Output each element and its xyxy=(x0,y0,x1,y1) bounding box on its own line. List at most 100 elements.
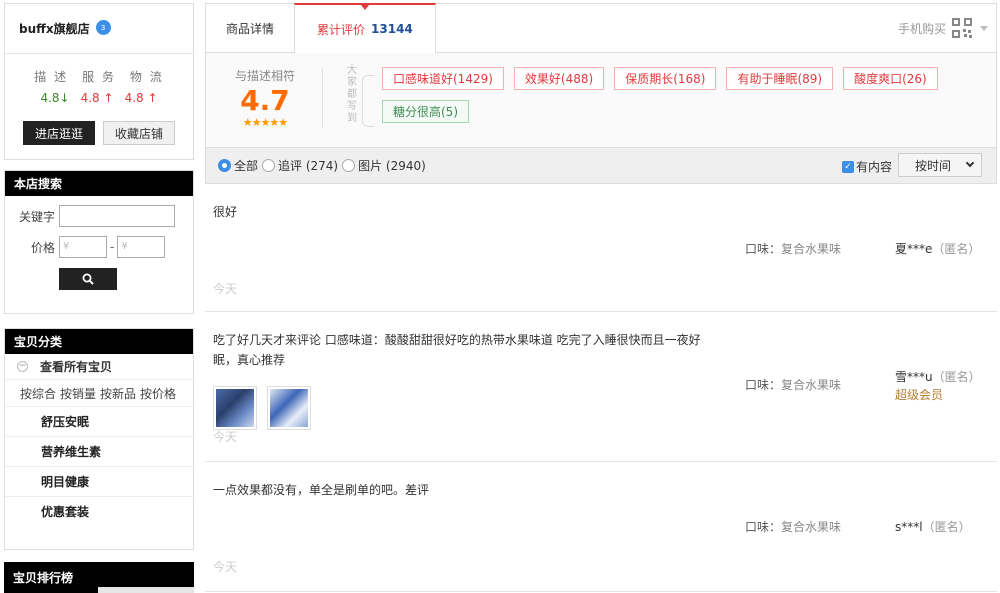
active-tab-caret-icon xyxy=(360,5,369,10)
price-max-input[interactable]: ¥ xyxy=(117,236,166,258)
view-all-items-link[interactable]: − 查看所有宝贝 xyxy=(5,354,193,380)
divider xyxy=(322,67,323,129)
review-date: 今天 xyxy=(213,560,238,574)
price-min-input[interactable]: ¥ xyxy=(59,236,107,258)
rating-value-service: 4.8 ↑ xyxy=(80,91,114,105)
enter-shop-button[interactable]: 进店逛逛 xyxy=(23,121,95,145)
review-item: 很好 口味：复合水果味 夏***e（匿名） 今天 xyxy=(205,184,997,312)
category-item[interactable]: 明目健康 xyxy=(5,466,193,496)
rating-labels: 描 述 服 务 物 流 xyxy=(5,68,193,85)
review-summary: 与描述相符 4.7 ★★★★★ 大 家 都 写 到 口感味道好(1429) 效果… xyxy=(205,53,997,148)
rating-values: 4.8↓ 4.8 ↑ 4.8 ↑ xyxy=(5,91,193,105)
rating-label-logistics: 物 流 xyxy=(129,70,164,84)
chevron-down-icon xyxy=(965,158,975,168)
rating-value-description: 4.8↓ xyxy=(40,91,70,105)
price-label: 价格 xyxy=(30,240,55,255)
review-filter-bar: 全部 追评 (274) 图片 (2940) ✓ 有内容 按时间 xyxy=(205,148,997,184)
favorite-shop-button[interactable]: 收藏店铺 xyxy=(103,121,175,145)
tab-reviews-label: 累计评价 xyxy=(317,22,366,37)
keyword-row: 关键字 xyxy=(5,205,193,227)
review-tag[interactable]: 口感味道好(1429) xyxy=(382,67,504,90)
rating-label-service: 服 务 xyxy=(82,70,116,84)
qr-code-icon xyxy=(952,18,972,38)
sort-link-new[interactable]: 按新品 xyxy=(100,385,136,402)
price-dash: - xyxy=(110,240,115,254)
arrow-up-icon: ↑ xyxy=(103,91,114,105)
collapse-minus-icon[interactable]: − xyxy=(17,361,28,372)
review-photo-thumbnail[interactable] xyxy=(213,386,257,430)
score-label: 与描述相符 xyxy=(234,69,295,83)
review-tag[interactable]: 酸度爽口(26) xyxy=(843,67,938,90)
tab-product-detail[interactable]: 商品详情 xyxy=(206,4,294,52)
review-tag[interactable]: 保质期长(168) xyxy=(614,67,717,90)
filter-all-radio[interactable]: 全部 xyxy=(218,157,258,174)
rating-label-description: 描 述 xyxy=(34,70,69,84)
review-date: 今天 xyxy=(213,282,238,296)
ranking-tab-strip[interactable] xyxy=(98,587,194,593)
review-date: 今天 xyxy=(213,430,238,444)
review-text: 一点效果都没有，单全是刷单的吧。差评 xyxy=(213,483,430,497)
filter-pictures-label: 图片 (2940) xyxy=(358,159,426,173)
search-button[interactable] xyxy=(59,268,117,290)
shop-name[interactable]: buffx旗舰店 xyxy=(19,20,90,37)
sort-link-price[interactable]: 按价格 xyxy=(140,385,176,402)
category-item[interactable]: 舒压安眠 xyxy=(5,406,193,436)
keyword-label: 关键字 xyxy=(18,209,55,224)
price-row: 价格 ¥ - ¥ xyxy=(5,236,193,258)
sort-link-overall[interactable]: 按综合 xyxy=(20,385,56,402)
review-tag[interactable]: 效果好(488) xyxy=(513,67,605,90)
mobile-buy-label: 手机购买 xyxy=(897,21,946,36)
shop-header: buffx旗舰店 3 xyxy=(5,4,193,54)
shop-level-badge-icon: 3 xyxy=(95,20,111,35)
keyword-input[interactable] xyxy=(59,205,175,227)
score-value: 4.7 xyxy=(240,84,290,117)
review-photo-thumbnail[interactable] xyxy=(267,386,311,430)
category-item[interactable]: 优惠套装 xyxy=(5,496,193,526)
shop-search-title: 本店搜索 xyxy=(5,171,193,196)
review-main: 商品详情 累计评价 13144 手机购买 与描述相符 4.7 ★★★★★ 大 家… xyxy=(205,3,997,592)
review-count: 13144 xyxy=(371,22,413,36)
dropdown-triangle-icon xyxy=(980,25,988,31)
has-content-checkbox[interactable]: ✓ 有内容 xyxy=(841,158,892,175)
radio-icon xyxy=(342,159,356,172)
review-item: 吃了好几天才来评论 口感味道：酸酸甜甜很好吃的热带水果味道 吃完了入睡很快而且一… xyxy=(205,312,997,462)
review-text: 很好 xyxy=(213,205,238,219)
category-item[interactable]: 营养维生素 xyxy=(5,436,193,466)
star-rating-icon: ★★★★★ xyxy=(242,116,288,129)
filter-append-radio[interactable]: 追评 (274) xyxy=(262,157,338,174)
sort-link-sales[interactable]: 按销量 xyxy=(60,385,96,402)
category-title: 宝贝分类 xyxy=(5,329,193,354)
review-tags: 口感味道好(1429) 效果好(488) 保质期长(168) 有助于睡眠(89)… xyxy=(382,67,992,133)
review-text: 吃了好几天才来评论 口感味道：酸酸甜甜很好吃的热带水果味道 吃完了入睡很快而且一… xyxy=(213,333,701,367)
category-panel: 宝贝分类 − 查看所有宝贝 按综合 按销量 按新品 按价格 舒压安眠 营养维生素… xyxy=(4,328,194,550)
tab-reviews[interactable]: 累计评价 13144 xyxy=(294,3,436,53)
rating-value-logistics: 4.8 ↑ xyxy=(124,91,158,105)
reviewer-name: 夏***e（匿名） xyxy=(895,242,981,256)
sort-select[interactable]: 按时间 xyxy=(898,153,982,177)
tab-bar: 商品详情 累计评价 13144 手机购买 xyxy=(205,3,997,53)
reviewer-name: s***l（匿名） xyxy=(895,520,971,534)
radio-icon xyxy=(262,159,276,172)
shop-search-panel: 本店搜索 关键字 价格 ¥ - ¥ xyxy=(4,170,194,314)
review-flavor: 口味：复合水果味 xyxy=(745,242,842,256)
arrow-up-icon: ↑ xyxy=(147,91,158,105)
view-all-label: 查看所有宝贝 xyxy=(40,360,113,374)
category-sort-links: 按综合 按销量 按新品 按价格 xyxy=(5,380,193,406)
shop-card: buffx旗舰店 3 描 述 服 务 物 流 4.8↓ 4.8 ↑ 4.8 ↑ … xyxy=(4,3,194,160)
mobile-buy[interactable]: 手机购买 xyxy=(898,18,988,38)
shop-actions: 进店逛逛 收藏店铺 xyxy=(5,121,193,145)
review-tag[interactable]: 有助于睡眠(89) xyxy=(726,67,834,90)
filter-append-label: 追评 (274) xyxy=(278,159,339,173)
everyone-mentioned-label: 大 家 都 写 到 xyxy=(347,65,357,124)
has-content-label: 有内容 xyxy=(855,160,892,174)
filter-pictures-radio[interactable]: 图片 (2940) xyxy=(342,157,426,174)
review-photos xyxy=(213,386,311,430)
review-flavor: 口味：复合水果味 xyxy=(745,378,842,392)
review-tag[interactable]: 糖分很高(5) xyxy=(382,100,469,123)
arrow-down-icon: ↓ xyxy=(59,91,70,105)
review-flavor: 口味：复合水果味 xyxy=(745,520,842,534)
checkbox-checked-icon: ✓ xyxy=(841,160,854,173)
radio-selected-icon xyxy=(218,159,231,172)
brace-decoration xyxy=(362,75,374,127)
search-icon xyxy=(82,273,94,285)
